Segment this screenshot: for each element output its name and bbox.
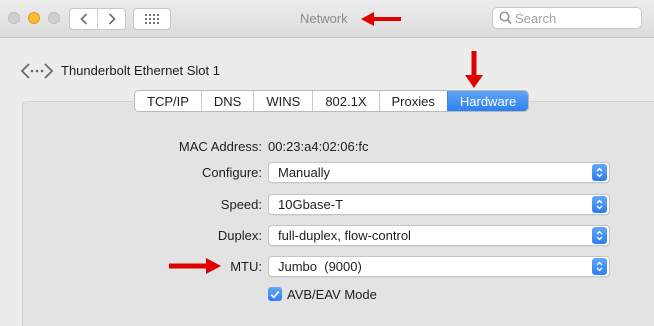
chevron-left-icon bbox=[79, 13, 87, 25]
tab-bar: TCP/IP DNS WINS 802.1X Proxies Hardware bbox=[134, 90, 530, 112]
forward-button[interactable] bbox=[97, 9, 125, 29]
avb-eav-checkbox[interactable] bbox=[268, 287, 282, 301]
search-field[interactable] bbox=[492, 7, 642, 29]
annotation-arrow-hardware-icon bbox=[465, 51, 483, 88]
mac-address-label: MAC Address: bbox=[178, 139, 262, 154]
tab-802-1x[interactable]: 802.1X bbox=[312, 91, 379, 111]
popup-arrows-icon bbox=[592, 258, 607, 275]
popup-arrows-icon bbox=[592, 227, 607, 244]
mtu-label: MTU: bbox=[230, 259, 262, 274]
tab-dns[interactable]: DNS bbox=[200, 91, 254, 111]
navigation-buttons bbox=[69, 8, 126, 30]
close-window-button[interactable] bbox=[8, 12, 20, 24]
mtu-value: Jumbo (9000) bbox=[278, 259, 362, 274]
popup-arrows-icon bbox=[592, 164, 607, 181]
ethernet-arrows-icon bbox=[20, 63, 54, 79]
speed-popup[interactable]: 10Gbase-T bbox=[268, 194, 610, 215]
search-input[interactable] bbox=[515, 10, 635, 26]
configure-value: Manually bbox=[278, 165, 331, 180]
annotation-arrow-title-icon bbox=[361, 12, 401, 26]
configure-label: Configure: bbox=[202, 165, 262, 180]
popup-arrows-icon bbox=[592, 196, 607, 213]
duplex-label: Duplex: bbox=[217, 228, 262, 243]
duplex-popup[interactable]: full-duplex, flow-control bbox=[268, 225, 610, 246]
speed-value: 10Gbase-T bbox=[278, 197, 344, 212]
title-bar: Network bbox=[0, 0, 654, 38]
tab-proxies[interactable]: Proxies bbox=[378, 91, 447, 111]
annotation-arrow-mtu-icon bbox=[169, 258, 221, 274]
window-title: Network bbox=[300, 11, 348, 26]
checkmark-icon bbox=[270, 290, 280, 299]
configure-popup[interactable]: Manually bbox=[268, 162, 610, 183]
tab-hardware[interactable]: Hardware bbox=[446, 91, 529, 111]
tab-wins[interactable]: WINS bbox=[253, 91, 313, 111]
grid-icon bbox=[145, 14, 159, 24]
zoom-window-button[interactable] bbox=[48, 12, 60, 24]
minimize-window-button[interactable] bbox=[28, 12, 40, 24]
interface-name: Thunderbolt Ethernet Slot 1 bbox=[61, 63, 220, 78]
speed-label: Speed: bbox=[220, 197, 262, 212]
show-all-button[interactable] bbox=[133, 8, 171, 30]
tab-tcp-ip[interactable]: TCP/IP bbox=[135, 91, 201, 111]
chevron-right-icon bbox=[108, 13, 116, 25]
duplex-value: full-duplex, flow-control bbox=[278, 228, 411, 243]
back-button[interactable] bbox=[70, 9, 97, 29]
avb-eav-label[interactable]: AVB/EAV Mode bbox=[287, 287, 377, 302]
mtu-popup[interactable]: Jumbo (9000) bbox=[268, 256, 610, 277]
search-icon bbox=[499, 11, 512, 25]
mac-address-value: 00:23:a4:02:06:fc bbox=[268, 139, 369, 154]
